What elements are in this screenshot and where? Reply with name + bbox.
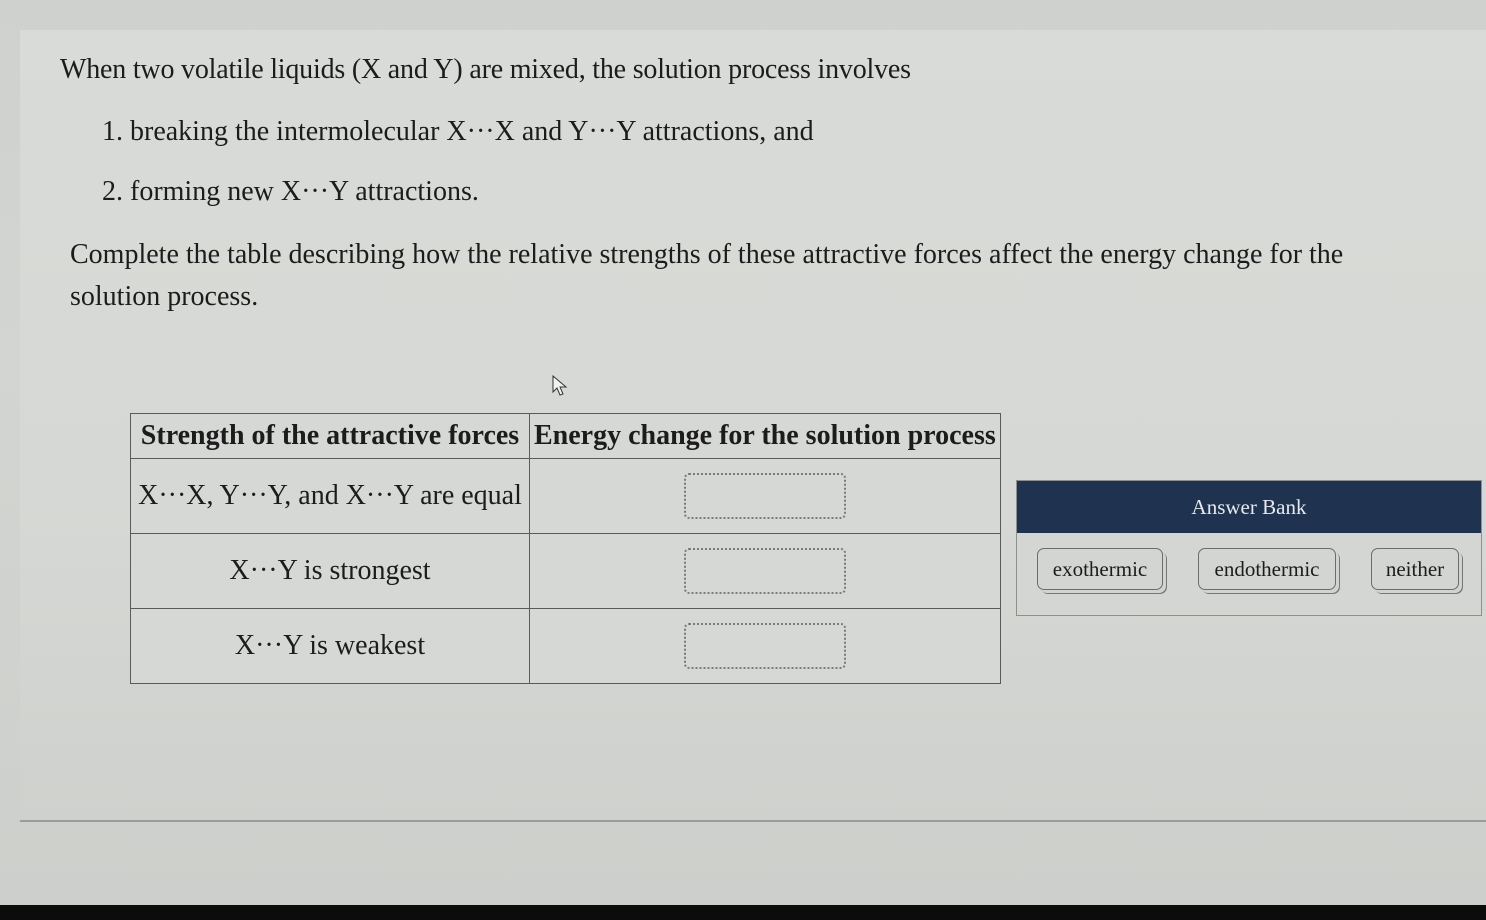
drop-target-strongest[interactable]	[683, 548, 846, 594]
screen: When two volatile liquids (X and Y) are …	[0, 0, 1486, 905]
answer-chip-neither[interactable]: neither	[1371, 548, 1459, 590]
table-row: X···X, Y···Y, and X···Y are equal	[130, 458, 1001, 534]
condition-cell: X···Y is weakest	[130, 608, 530, 684]
table-row: X···Y is strongest	[130, 533, 1001, 609]
answer-bank: Answer Bank exothermic endothermic neith…	[1016, 480, 1482, 616]
step-1: 1. breaking the intermolecular X···X and…	[102, 116, 814, 147]
header-strength: Strength of the attractive forces	[130, 413, 530, 459]
answer-cell	[529, 608, 1001, 684]
answer-cell	[529, 533, 1001, 609]
mouse-pointer-icon	[552, 375, 568, 396]
condition-cell: X···Y is strongest	[130, 533, 530, 609]
answer-cell	[529, 458, 1001, 534]
question-intro: When two volatile liquids (X and Y) are …	[60, 54, 911, 85]
answer-chip-endothermic[interactable]: endothermic	[1198, 548, 1336, 590]
instructions: Complete the table describing how the re…	[70, 239, 1344, 312]
answer-chip-exothermic[interactable]: exothermic	[1037, 548, 1163, 590]
energy-change-table: Strength of the attractive forces Energy…	[130, 413, 1001, 684]
condition-cell: X···X, Y···Y, and X···Y are equal	[130, 458, 530, 534]
monitor-bezel	[0, 905, 1486, 920]
table-row: X···Y is weakest	[130, 608, 1001, 684]
drop-target-equal[interactable]	[683, 473, 846, 519]
drop-target-weakest[interactable]	[683, 623, 846, 669]
header-energy-change: Energy change for the solution process	[529, 413, 1001, 459]
answer-bank-items: exothermic endothermic neither	[1017, 533, 1481, 615]
answer-bank-title: Answer Bank	[1017, 481, 1481, 533]
table-header-row: Strength of the attractive forces Energy…	[130, 413, 1001, 459]
step-2: 2. forming new X···Y attractions.	[102, 176, 479, 207]
